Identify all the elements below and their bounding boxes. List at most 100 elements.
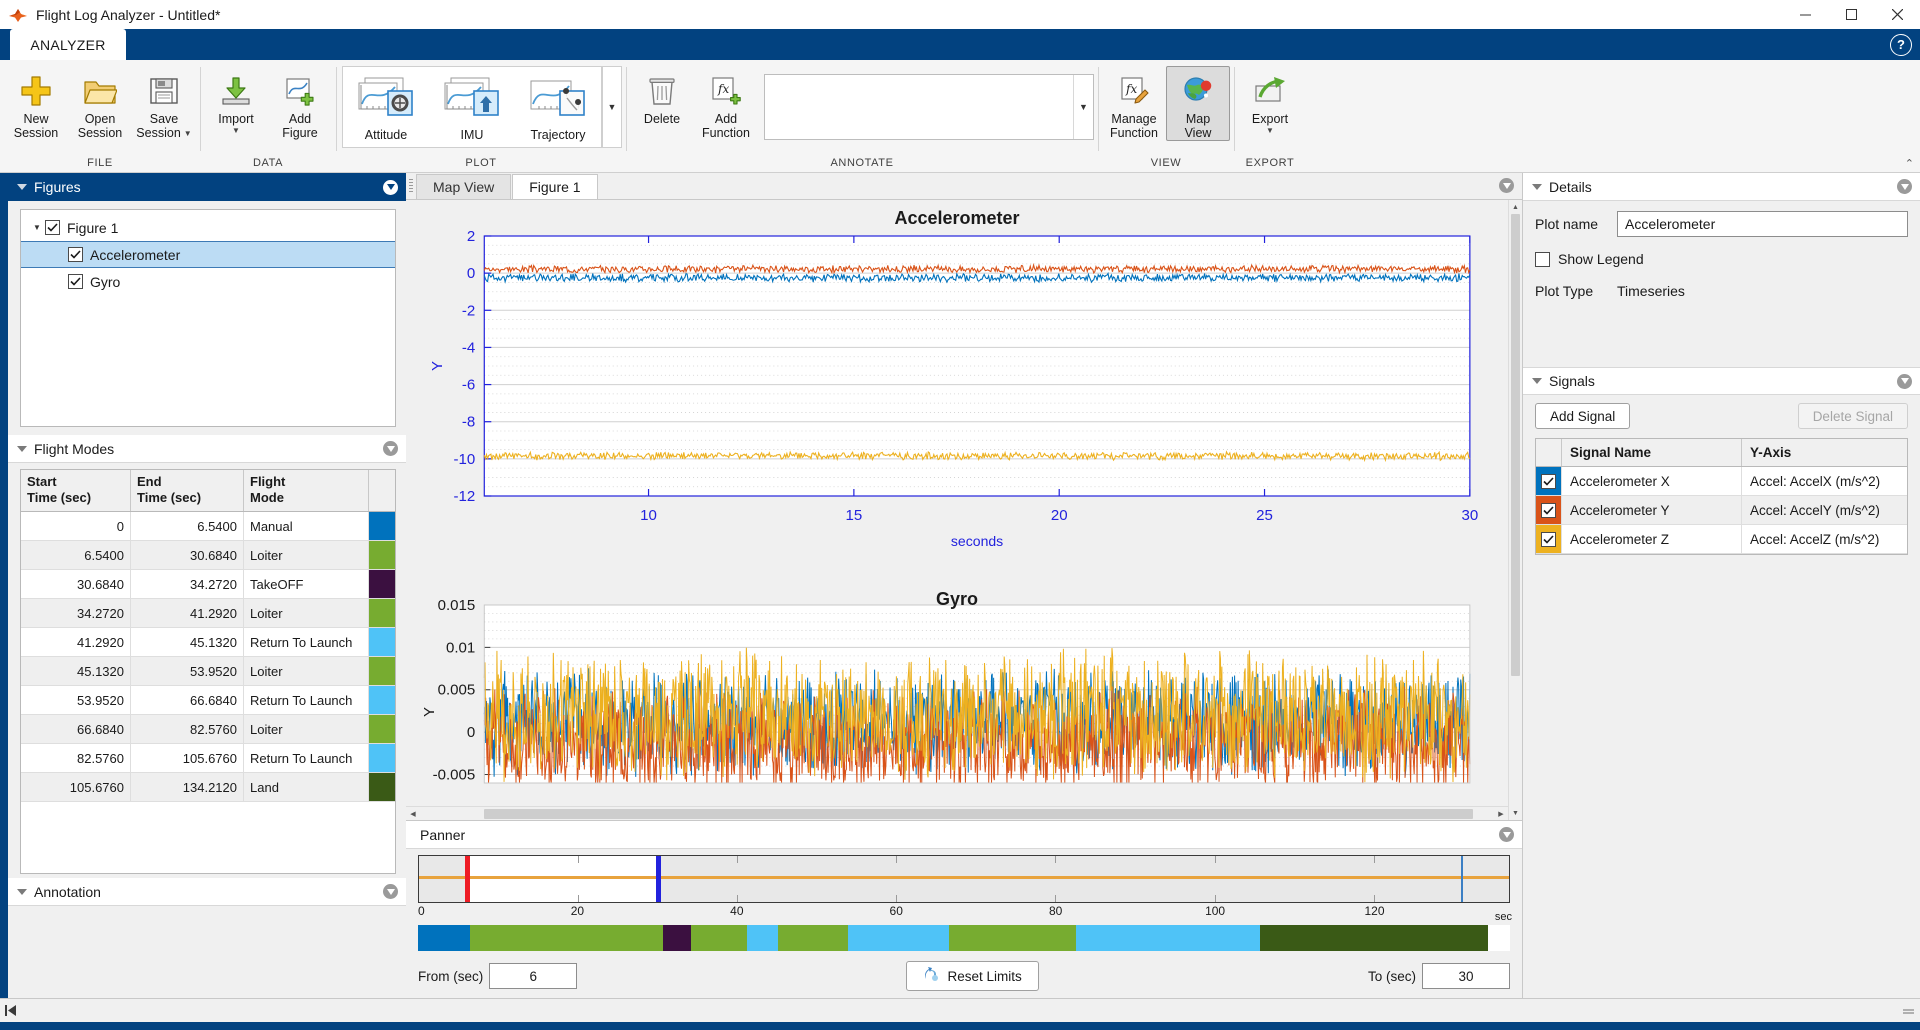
vscroll-thumb[interactable]: [1511, 214, 1520, 676]
export-button[interactable]: Export ▼: [1238, 66, 1302, 136]
table-row[interactable]: 30.684034.2720TakeOFF: [21, 570, 395, 599]
collapse-ribbon-button[interactable]: ⌃: [1905, 157, 1914, 170]
from-input[interactable]: 6: [489, 963, 577, 989]
import-button[interactable]: Import ▼: [204, 66, 268, 136]
table-row[interactable]: 06.5400Manual: [21, 512, 395, 541]
checkbox-figure-1[interactable]: [45, 220, 60, 235]
table-row[interactable]: 34.272041.2920Loiter: [21, 599, 395, 628]
flight-mode-segment[interactable]: [418, 925, 470, 951]
jump-to-start-icon[interactable]: [0, 1005, 22, 1016]
checkbox-accelerometer[interactable]: [68, 247, 83, 262]
flight-mode-bar[interactable]: [418, 925, 1510, 951]
flight-mode-segment[interactable]: [747, 925, 778, 951]
open-session-button[interactable]: Open Session: [68, 66, 132, 141]
new-session-button[interactable]: New Session: [4, 66, 68, 141]
cell-signal-checkbox[interactable]: [1536, 467, 1562, 495]
expand-collapse-triangle-icon[interactable]: [14, 445, 30, 453]
hscroll-track[interactable]: [420, 807, 1494, 821]
chevron-down-circle-icon[interactable]: [1499, 178, 1514, 193]
flight-mode-segment[interactable]: [663, 925, 692, 951]
add-signal-button[interactable]: Add Signal: [1535, 403, 1630, 429]
help-icon[interactable]: ?: [1890, 34, 1912, 56]
chevron-down-icon[interactable]: ▼: [29, 223, 45, 232]
show-legend-row[interactable]: Show Legend: [1535, 251, 1908, 267]
annotation-combobox[interactable]: ▼: [764, 74, 1094, 140]
gyro-chart[interactable]: Gyro 0.0150.010.0050-0.005Y: [406, 583, 1508, 806]
minimize-button[interactable]: [1782, 0, 1828, 29]
tree-item-accelerometer[interactable]: Accelerometer: [21, 241, 395, 268]
table-row[interactable]: Accelerometer XAccel: AccelX (m/s^2): [1536, 467, 1907, 496]
flight-mode-segment[interactable]: [1076, 925, 1260, 951]
chevron-down-icon[interactable]: ▼: [1266, 127, 1274, 135]
tab-bar-grip[interactable]: [406, 172, 416, 199]
tab-analyzer[interactable]: ANALYZER: [10, 29, 126, 60]
expand-collapse-triangle-icon[interactable]: [14, 183, 30, 191]
map-view-button[interactable]: Map View: [1166, 66, 1230, 141]
chevron-down-circle-icon[interactable]: [1499, 827, 1514, 842]
scroll-down-arrow-icon[interactable]: ▼: [1509, 806, 1522, 820]
flight-mode-segment[interactable]: [470, 925, 662, 951]
chevron-down-circle-icon[interactable]: [1897, 374, 1912, 389]
signal-checkbox[interactable]: [1541, 532, 1556, 547]
add-figure-button[interactable]: Add Figure: [268, 66, 332, 141]
table-row[interactable]: 6.540030.6840Loiter: [21, 541, 395, 570]
chevron-down-icon[interactable]: ▼: [1073, 75, 1093, 139]
flight-modes-table[interactable]: StartTime (sec) EndTime (sec) FlightMode…: [20, 469, 396, 874]
vscroll-track[interactable]: [1509, 214, 1522, 806]
table-row[interactable]: Accelerometer YAccel: AccelY (m/s^2): [1536, 496, 1907, 525]
manage-function-button[interactable]: fx Manage Function: [1102, 66, 1166, 141]
delete-button[interactable]: Delete: [630, 66, 694, 127]
scroll-right-arrow-icon[interactable]: ▶: [1494, 810, 1508, 818]
signal-checkbox[interactable]: [1541, 474, 1556, 489]
show-legend-checkbox[interactable]: [1535, 252, 1550, 267]
tree-item-figure-1[interactable]: ▼ Figure 1: [21, 214, 395, 241]
panner-right-handle[interactable]: [656, 856, 661, 902]
accelerometer-chart[interactable]: Accelerometer 20-2-4-6-8-10-121015202530…: [406, 200, 1508, 583]
chevron-down-icon[interactable]: ▼: [232, 127, 240, 135]
table-row[interactable]: Accelerometer ZAccel: AccelZ (m/s^2): [1536, 525, 1907, 554]
flight-mode-segment[interactable]: [778, 925, 848, 951]
plot-name-input[interactable]: Accelerometer: [1617, 211, 1908, 237]
checkbox-gyro[interactable]: [68, 274, 83, 289]
table-row[interactable]: 53.952066.6840Return To Launch: [21, 686, 395, 715]
flight-mode-segment[interactable]: [848, 925, 949, 951]
table-row[interactable]: 41.292045.1320Return To Launch: [21, 628, 395, 657]
chevron-down-circle-icon[interactable]: [383, 441, 398, 456]
attitude-plot-button[interactable]: Attitude: [343, 69, 429, 143]
tab-figure-1[interactable]: Figure 1: [512, 174, 597, 199]
to-input[interactable]: 30: [1422, 963, 1510, 989]
chevron-down-icon[interactable]: ▼: [184, 130, 192, 138]
flight-mode-segment[interactable]: [1260, 925, 1487, 951]
imu-plot-button[interactable]: IMU: [429, 69, 515, 143]
add-function-button[interactable]: fx Add Function: [694, 66, 758, 141]
annotation-value[interactable]: [765, 75, 1073, 139]
flight-mode-segment[interactable]: [949, 925, 1076, 951]
maximize-button[interactable]: [1828, 0, 1874, 29]
table-row[interactable]: 105.6760134.2120Land: [21, 773, 395, 802]
figures-tree[interactable]: ▼ Figure 1 Accelerometer: [20, 209, 396, 427]
plot-gallery-more-button[interactable]: ▼: [602, 66, 622, 148]
panner-selection-region[interactable]: [467, 856, 658, 902]
signals-table[interactable]: Signal Name Y-Axis Accelerometer XAccel:…: [1535, 438, 1908, 555]
reset-limits-button[interactable]: Reset Limits: [906, 961, 1038, 991]
hscroll-thumb[interactable]: [484, 809, 1472, 819]
chevron-down-circle-icon[interactable]: [1897, 179, 1912, 194]
scroll-up-arrow-icon[interactable]: ▲: [1509, 200, 1522, 214]
tree-item-gyro[interactable]: Gyro: [21, 268, 395, 295]
signal-checkbox[interactable]: [1541, 503, 1556, 518]
delete-signal-button[interactable]: Delete Signal: [1798, 403, 1908, 429]
panner-left-handle[interactable]: [465, 856, 470, 902]
figure-vertical-scrollbar[interactable]: ▲ ▼: [1508, 200, 1522, 820]
cell-signal-checkbox[interactable]: [1536, 496, 1562, 524]
resize-grip-icon[interactable]: [1898, 1005, 1920, 1016]
figure-horizontal-scrollbar[interactable]: ◀ ▶: [406, 806, 1508, 820]
close-button[interactable]: [1874, 0, 1920, 29]
chevron-down-circle-icon[interactable]: [383, 884, 398, 899]
expand-collapse-triangle-icon[interactable]: [14, 888, 30, 896]
scroll-left-arrow-icon[interactable]: ◀: [406, 810, 420, 818]
save-session-button[interactable]: Save Session ▼: [132, 66, 196, 141]
expand-collapse-triangle-icon[interactable]: [1529, 183, 1545, 191]
flight-mode-segment[interactable]: [691, 925, 747, 951]
table-row[interactable]: 45.132053.9520Loiter: [21, 657, 395, 686]
expand-collapse-triangle-icon[interactable]: [1529, 377, 1545, 385]
